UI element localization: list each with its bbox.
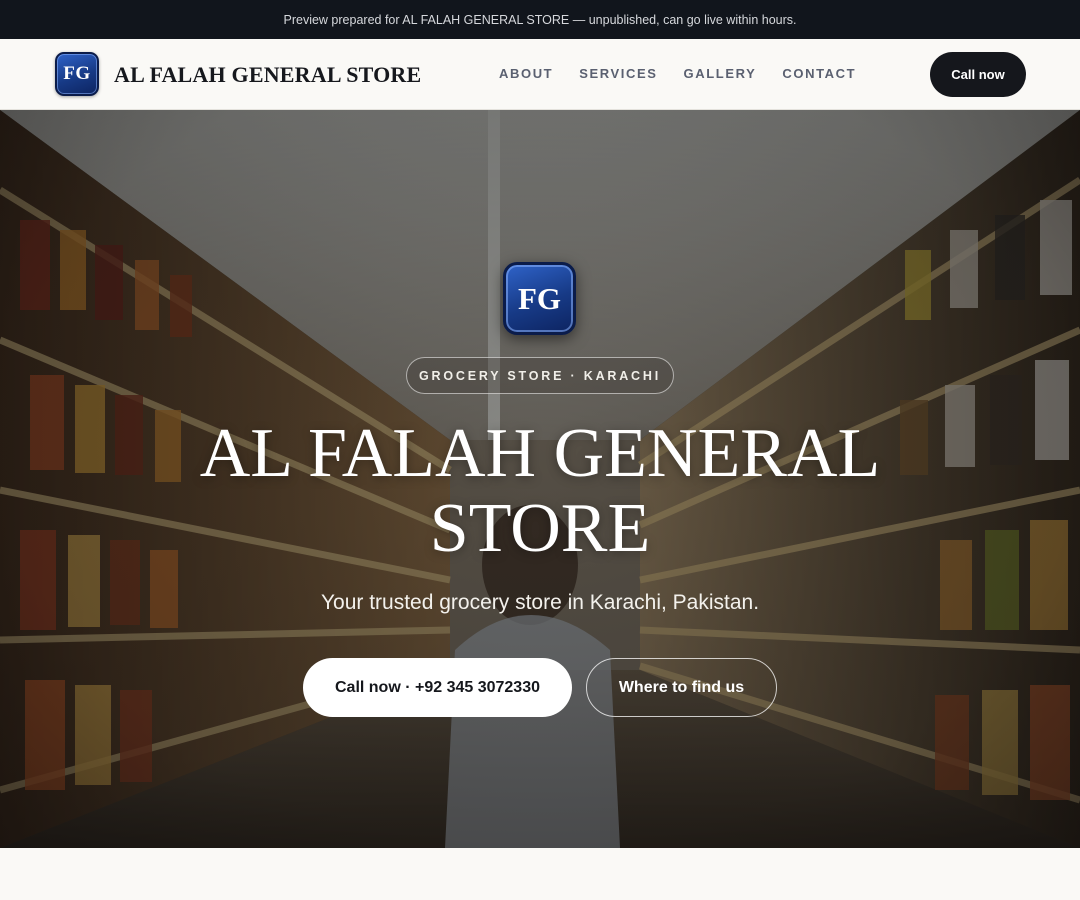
hero-category-tag: GROCERY STORE · KARACHI bbox=[406, 357, 674, 394]
hero-location-button[interactable]: Where to find us bbox=[586, 658, 777, 717]
hero-logo-badge: FG bbox=[503, 262, 576, 335]
hero-subtitle: Your trusted grocery store in Karachi, P… bbox=[320, 591, 760, 614]
nav-link-about[interactable]: ABOUT bbox=[499, 66, 553, 81]
hero-call-button[interactable]: Call now · +92 345 3072330 bbox=[303, 658, 572, 717]
next-section bbox=[0, 848, 1080, 900]
logo-badge[interactable]: FG bbox=[55, 52, 99, 96]
nav-link-services[interactable]: SERVICES bbox=[579, 66, 657, 81]
nav-link-gallery[interactable]: GALLERY bbox=[684, 66, 757, 81]
main-nav: ABOUT SERVICES GALLERY CONTACT bbox=[499, 66, 882, 81]
hero-section: FG GROCERY STORE · KARACHI AL FALAH GENE… bbox=[0, 110, 1080, 848]
header-call-button[interactable]: Call now bbox=[930, 52, 1026, 97]
hero-title: AL FALAH GENERAL STORE bbox=[199, 415, 881, 567]
logo-initials: FG bbox=[63, 63, 91, 84]
hero-logo-initials: FG bbox=[517, 280, 562, 316]
preview-banner: Preview prepared for AL FALAH GENERAL ST… bbox=[0, 0, 1080, 39]
brand-name[interactable]: AL FALAH GENERAL STORE bbox=[114, 62, 421, 88]
site-header: FG AL FALAH GENERAL STORE ABOUT SERVICES… bbox=[0, 39, 1080, 110]
preview-banner-text: Preview prepared for AL FALAH GENERAL ST… bbox=[283, 12, 797, 27]
nav-link-contact[interactable]: CONTACT bbox=[782, 66, 856, 81]
